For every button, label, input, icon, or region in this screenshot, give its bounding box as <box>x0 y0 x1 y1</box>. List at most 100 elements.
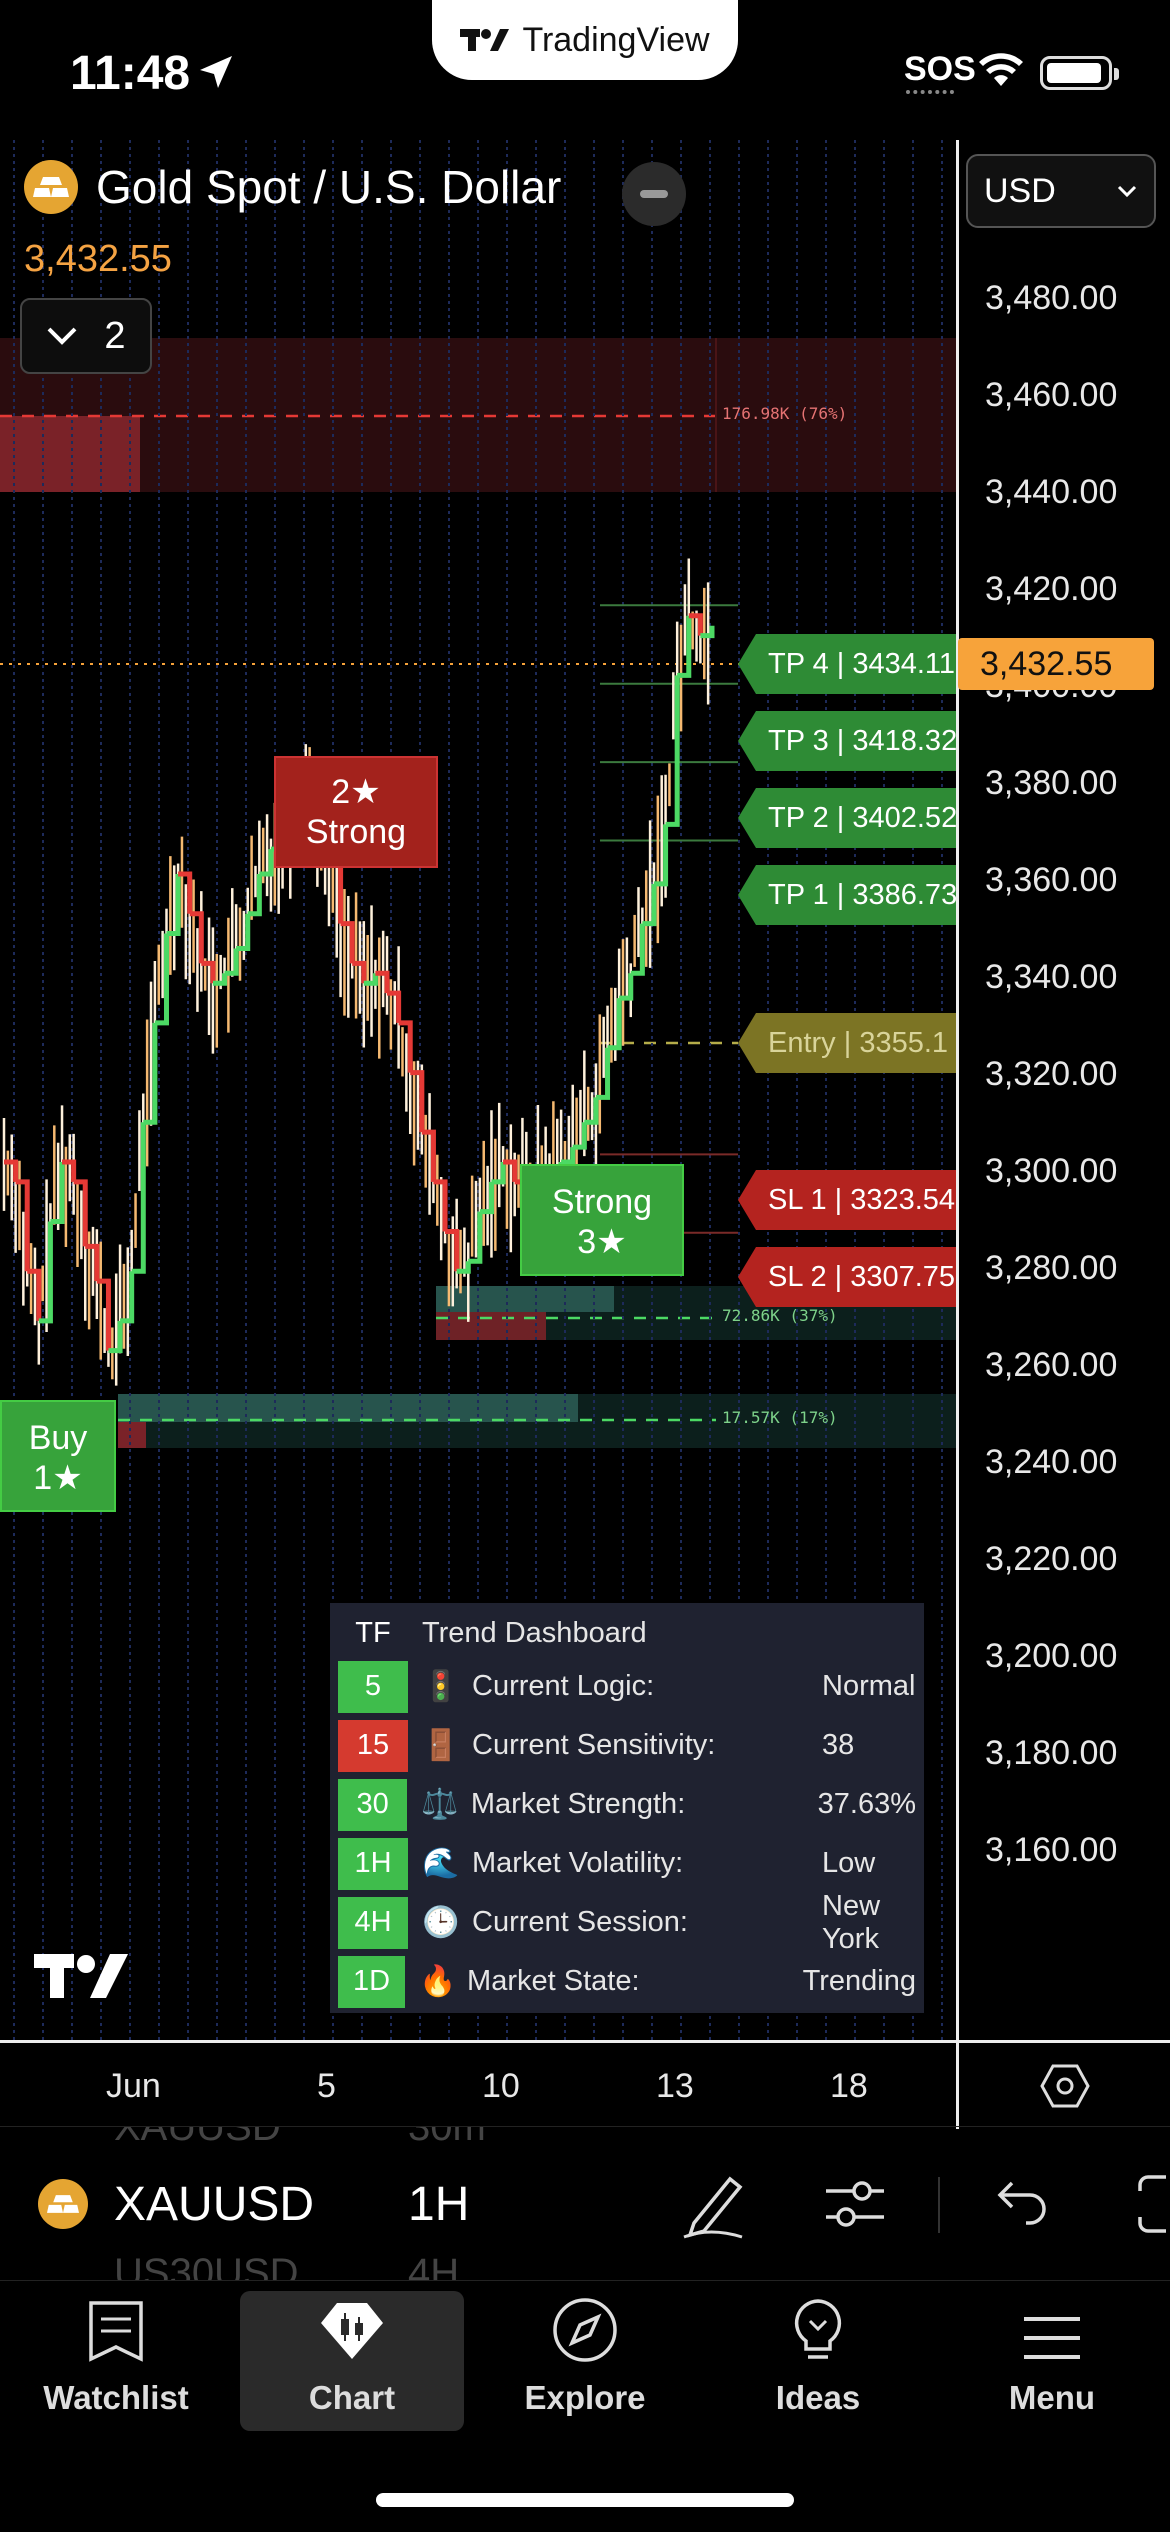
trend-segment <box>224 948 239 976</box>
tab-explore[interactable]: Explore <box>473 2291 697 2431</box>
tradingview-pill[interactable]: TradingView <box>432 0 738 80</box>
price-tick: 3,460.00 <box>985 376 1118 414</box>
trend-segment <box>236 913 251 951</box>
price-tick: 3,440.00 <box>985 473 1118 511</box>
trend-segment <box>50 1161 65 1225</box>
sell-signal-stars: 2★ <box>331 773 381 811</box>
tab-watchlist[interactable]: Watchlist <box>4 2291 228 2431</box>
price-tick: 3,360.00 <box>985 861 1118 899</box>
tp2-label: TP 2 | 3402.52 <box>738 788 956 848</box>
chart-settings-icon[interactable] <box>1040 2063 1090 2109</box>
undo-icon[interactable] <box>996 2169 1050 2239</box>
target-lines <box>600 604 738 1234</box>
chevron-down-icon <box>48 327 77 345</box>
row-emoji-icon: 🌊 <box>422 1847 460 1880</box>
trend-segment <box>445 1228 460 1272</box>
row-value: Low <box>822 1847 876 1879</box>
dashboard-row: 4H 🕒 Current Session: New York <box>338 1890 916 1955</box>
symbol-title: Gold Spot / U.S. Dollar <box>96 161 562 213</box>
time-tick: 13 <box>656 2067 694 2105</box>
prev-interval: 30m <box>408 2126 486 2149</box>
chart-symbol-header[interactable]: Gold Spot / U.S. Dollar <box>24 160 561 214</box>
trend-segment <box>73 1179 88 1247</box>
status-bar: 11:48 TradingView SOS <box>0 0 1170 140</box>
trend-segment <box>352 960 367 984</box>
tab-chart[interactable]: Chart <box>240 2291 464 2431</box>
demand-zone-mid-core <box>436 1286 614 1312</box>
price-tick: 3,300.00 <box>985 1152 1118 1190</box>
trend-segment <box>642 883 657 927</box>
price-tick: 3,260.00 <box>985 1346 1118 1384</box>
price-tick: 3,280.00 <box>985 1249 1118 1287</box>
trend-segment <box>96 1278 111 1351</box>
lightbulb-icon <box>794 2299 842 2359</box>
next-interval: 4H <box>408 2251 460 2280</box>
trend-segment <box>259 849 274 877</box>
time-tick: 18 <box>830 2067 868 2105</box>
price-tick: 3,420.00 <box>985 570 1118 608</box>
trend-segment <box>607 998 622 1051</box>
status-time: 11:48 <box>70 47 191 100</box>
tp1-label: TP 1 | 3386.73 <box>738 865 956 925</box>
row-value: Normal <box>822 1670 916 1702</box>
price-axis[interactable]: 3,500.003,480.003,460.003,440.003,420.00… <box>956 140 1170 2040</box>
row-emoji-icon: 🚦 <box>422 1670 460 1703</box>
demand-zone-mid-red <box>436 1312 546 1340</box>
dashboard-tf-header: TF <box>355 1616 391 1649</box>
battery-icon <box>1040 56 1119 90</box>
row-value: Trending <box>802 1965 916 1997</box>
trend-segment <box>143 1022 158 1125</box>
row-emoji-icon: 🔥 <box>419 1965 457 1998</box>
dashboard-row: 1H 🌊 Market Volatility: Low <box>338 1834 916 1893</box>
hamburger-menu-icon <box>1024 2317 1080 2359</box>
trend-segment <box>340 921 355 964</box>
trend-segment <box>653 824 669 887</box>
tab-menu[interactable]: Menu <box>940 2291 1164 2431</box>
supply-zone-label: 176.98K (76%) <box>722 404 848 423</box>
trend-segment <box>189 911 204 964</box>
tradingview-logo-icon <box>460 29 510 51</box>
trend-segment <box>4 1159 19 1182</box>
tab-ideas[interactable]: Ideas <box>706 2291 930 2431</box>
watchlist-icon <box>89 2301 143 2362</box>
currency-select[interactable]: USD <box>966 154 1156 228</box>
axis-divider <box>956 2043 959 2129</box>
indicator-settings-icon[interactable] <box>822 2169 888 2239</box>
indicators-toggle[interactable]: 2 <box>20 298 152 374</box>
trend-segment <box>410 1070 425 1133</box>
trend-segment <box>398 1020 413 1073</box>
price-tick: 3,220.00 <box>985 1540 1118 1578</box>
fullscreen-icon[interactable] <box>1136 2169 1170 2239</box>
trend-segment <box>15 1179 30 1272</box>
timeframe-cell: 30 <box>338 1778 408 1831</box>
symbol-bar[interactable]: XAUUSD 30m US30USD 4H XAUUSD 1H <box>0 2126 1170 2280</box>
trend-segment <box>433 1179 448 1232</box>
symbol-selector[interactable]: XAUUSD <box>114 2177 314 2232</box>
sl1-label: SL 1 | 3323.54 <box>738 1170 956 1230</box>
price-tick: 3,380.00 <box>985 764 1118 802</box>
tradingview-watermark-icon <box>34 1954 128 1998</box>
indicator-count: 2 <box>104 314 126 357</box>
toolbar-divider <box>938 2177 940 2233</box>
tab-label: Explore <box>524 2379 646 2416</box>
interval-selector[interactable]: 1H <box>408 2177 469 2232</box>
minus-icon <box>640 190 668 198</box>
row-label: Market Volatility: <box>472 1847 684 1879</box>
timeframe-cell: 1H <box>338 1837 408 1890</box>
sell-signal: 2★ Strong <box>274 756 438 868</box>
timeframe-cell: 1D <box>338 1955 406 2008</box>
dashboard-row: 1D 🔥 Market State: Trending <box>338 1952 916 2011</box>
dashboard-row: 30 ⚖️ Market Strength: 37.63% <box>338 1775 916 1834</box>
trend-segment <box>468 1211 483 1264</box>
row-value: 38 <box>822 1729 855 1761</box>
strong-buy-signal-strength: Strong <box>551 1183 653 1221</box>
drawing-pen-icon[interactable] <box>680 2169 748 2239</box>
supply-zone-core <box>0 416 140 492</box>
price-tick: 3,160.00 <box>985 1831 1118 1869</box>
trend-segment <box>584 1097 599 1125</box>
time-axis[interactable]: Jun 5 10 13 18 <box>0 2040 1170 2129</box>
collapse-legend-button[interactable] <box>622 162 686 226</box>
demand-zone-mid-label: 72.86K (37%) <box>722 1306 838 1325</box>
trend-segment <box>154 933 169 1026</box>
tp4-label: TP 4 | 3434.11 <box>738 634 956 694</box>
